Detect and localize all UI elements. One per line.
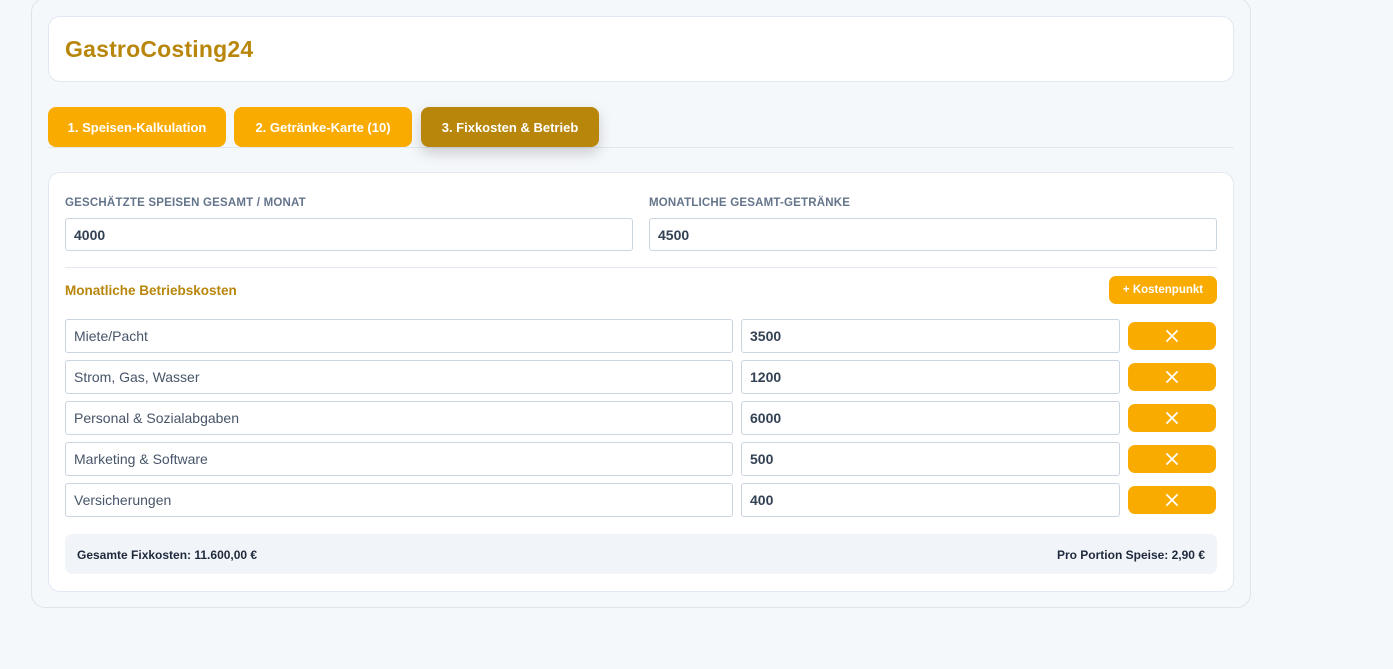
cost-per-portion: Pro Portion Speise: 2,90 € [1056,548,1205,562]
cost-value-input[interactable] [741,319,1120,353]
close-icon [1166,453,1178,465]
delete-cost-button[interactable] [1128,322,1216,350]
cost-name-input[interactable] [65,360,733,394]
cost-row [65,442,1217,476]
cost-name-input[interactable] [65,319,733,353]
cost-row [65,483,1217,517]
operating-costs-title: Monatliche Betriebskosten [65,283,237,298]
close-icon [1166,412,1178,424]
drinks-per-month-label: MONATLICHE GESAMT-GETRÄNKE [649,197,851,209]
cost-value-input[interactable] [741,483,1120,517]
cost-summary-bar: Gesamte Fixkosten: 11.600,00 € Pro Porti… [65,534,1217,574]
add-cost-item-button[interactable]: + Kostenpunkt [1109,276,1217,304]
cost-value-input[interactable] [741,442,1120,476]
delete-cost-button[interactable] [1128,445,1216,473]
section-divider [65,267,1217,268]
cost-name-input[interactable] [65,442,733,476]
app-container: GastroCosting24 1. Speisen-Kalkulation 2… [31,0,1251,608]
cost-value-input[interactable] [741,360,1120,394]
cost-row [65,319,1217,353]
close-icon [1166,494,1178,506]
tab-speisen-kalkulation[interactable]: 1. Speisen-Kalkulation [48,107,226,147]
dishes-per-month-input[interactable] [65,218,633,251]
cost-row [65,360,1217,394]
delete-cost-button[interactable] [1128,486,1216,514]
tab-bar: 1. Speisen-Kalkulation 2. Getränke-Karte… [48,107,1234,148]
cost-value-input[interactable] [741,401,1120,435]
delete-cost-button[interactable] [1128,404,1216,432]
close-icon [1166,371,1178,383]
cost-row [65,401,1217,435]
fixkosten-card: GESCHÄTZTE SPEISEN GESAMT / MONAT MONATL… [48,172,1234,592]
total-fixed-costs: Gesamte Fixkosten: 11.600,00 € [77,548,258,562]
cost-name-input[interactable] [65,483,733,517]
dishes-per-month-label: GESCHÄTZTE SPEISEN GESAMT / MONAT [65,197,306,209]
app-title: GastroCosting24 [65,36,254,62]
cost-name-input[interactable] [65,401,733,435]
close-icon [1166,330,1178,342]
delete-cost-button[interactable] [1128,363,1216,391]
app-header: GastroCosting24 [48,16,1234,82]
tab-getraenke-karte[interactable]: 2. Getränke-Karte (10) [234,107,412,147]
tab-fixkosten-betrieb[interactable]: 3. Fixkosten & Betrieb [421,107,599,147]
drinks-per-month-input[interactable] [649,218,1217,251]
